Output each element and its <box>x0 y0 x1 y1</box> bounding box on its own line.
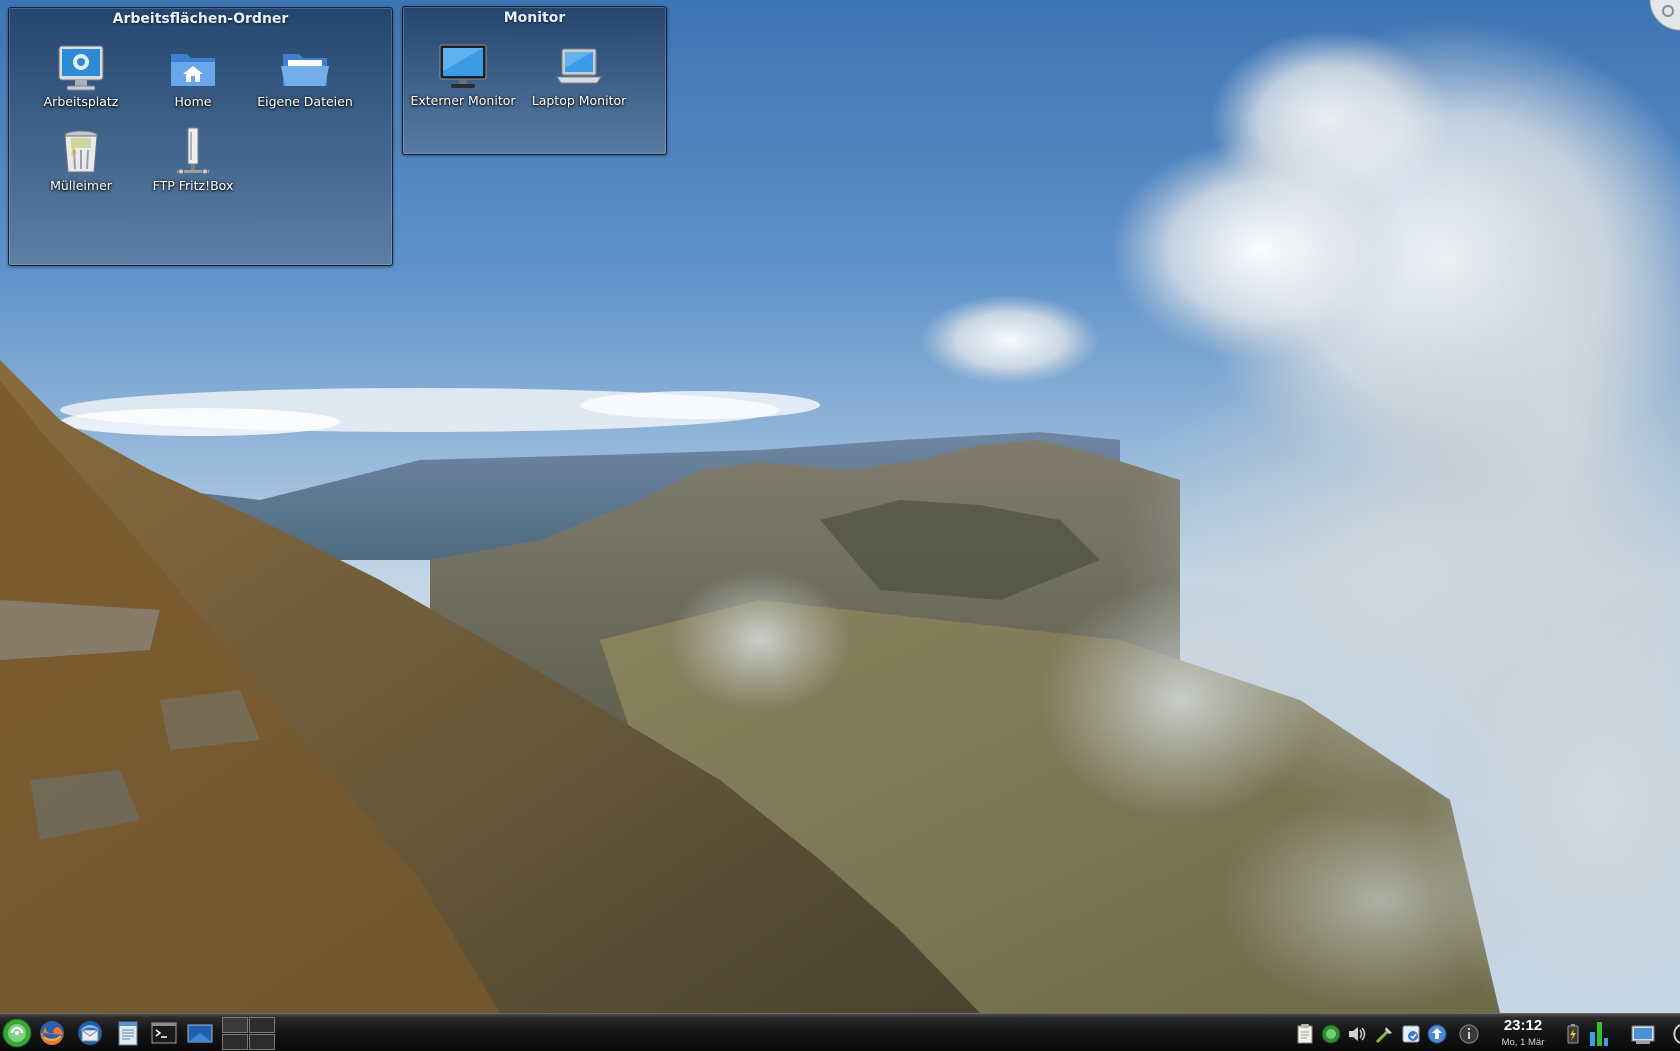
terminal-icon[interactable] <box>150 1019 178 1047</box>
desktop-icon-label: Eigene Dateien <box>257 94 353 109</box>
firefox-icon[interactable] <box>38 1019 66 1047</box>
network-server-icon <box>177 127 209 175</box>
clock-date[interactable]: Mo, 1 Mär <box>1490 1037 1556 1048</box>
clock-time[interactable]: 23:12 <box>1496 1017 1550 1034</box>
pager-desktop-1[interactable] <box>222 1017 248 1033</box>
desktop-toolbox-icon[interactable] <box>1648 0 1680 32</box>
folderview-title: Monitor <box>503 10 566 26</box>
desktop-icon-label: Mülleimer <box>50 178 112 193</box>
desktop-icon-label: Arbeitsplatz <box>43 94 119 109</box>
pager-desktop-3[interactable] <box>222 1034 248 1050</box>
home-folder-icon <box>171 54 215 86</box>
info-icon[interactable] <box>1458 1023 1480 1045</box>
desktop-icon-ftp-fritzbox[interactable]: FTP Fritz!Box <box>137 126 249 193</box>
desktop-icon-label: Externer Monitor <box>410 93 516 108</box>
kickoff-menu-icon[interactable] <box>2 1018 32 1048</box>
folderview-title: Arbeitsflächen-Ordner <box>112 11 289 27</box>
network-icon[interactable] <box>1374 1023 1396 1045</box>
cashew-icon[interactable] <box>1662 1023 1680 1045</box>
desktop-icon-eigene-dateien[interactable]: Eigene Dateien <box>249 42 361 109</box>
trash-icon <box>64 130 98 173</box>
desktop-icon-muelleimer[interactable]: Mülleimer <box>25 126 137 193</box>
text-editor-icon[interactable] <box>114 1019 142 1047</box>
desktop-icon[interactable] <box>186 1019 214 1047</box>
desktop-icon-externer-monitor[interactable]: Externer Monitor <box>407 41 519 108</box>
desktop-icon-label: FTP Fritz!Box <box>152 178 234 193</box>
desktop-icon-arbeitsplatz[interactable]: Arbeitsplatz <box>25 42 137 109</box>
folderview-widget-desktop[interactable]: Arbeitsflächen-Ordner Arbeitsplatz Home … <box>8 7 393 266</box>
desktop-icon-laptop-monitor[interactable]: Laptop Monitor <box>523 41 635 108</box>
battery-icon[interactable] <box>1562 1023 1584 1045</box>
desktop-icon-label: Laptop Monitor <box>531 93 627 108</box>
folder-open-icon <box>281 54 329 86</box>
desktop-icon-label: Home <box>174 94 212 109</box>
desktop-icon-home[interactable]: Home <box>137 42 249 109</box>
pager-desktop-4[interactable] <box>249 1034 275 1050</box>
folderview-widget-monitor[interactable]: Monitor Externer Monitor Laptop Monitor <box>402 6 667 155</box>
laptop-icon <box>556 48 602 84</box>
taskbar-panel: 23:12 Mo, 1 Mär <box>0 1013 1680 1051</box>
kde-connect-icon[interactable] <box>1400 1023 1422 1045</box>
updater-icon[interactable] <box>1320 1023 1342 1045</box>
system-monitor-icon[interactable] <box>1588 1018 1610 1048</box>
pager-icon[interactable] <box>222 1017 275 1050</box>
clipboard-icon[interactable] <box>1294 1023 1316 1045</box>
screen-icon[interactable] <box>1630 1023 1656 1045</box>
computer-icon <box>58 45 104 91</box>
monitor-icon <box>439 44 487 88</box>
package-icon[interactable] <box>1426 1023 1448 1045</box>
thunderbird-icon[interactable] <box>76 1019 104 1047</box>
pager-desktop-2[interactable] <box>249 1017 275 1033</box>
volume-icon[interactable] <box>1346 1023 1368 1045</box>
